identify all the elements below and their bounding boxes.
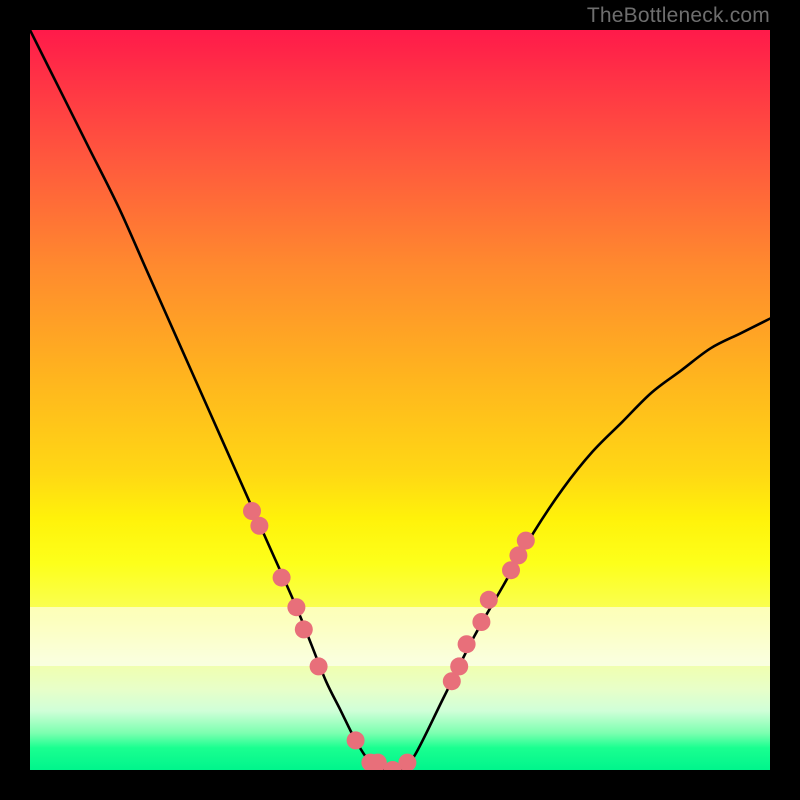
watermark-text: TheBottleneck.com: [587, 4, 770, 28]
bottleneck-curve: [30, 30, 770, 770]
chart-svg: [30, 30, 770, 770]
curve-markers: [243, 502, 535, 770]
data-point: [458, 635, 476, 653]
data-point: [450, 657, 468, 675]
data-point: [273, 569, 291, 587]
data-point: [472, 613, 490, 631]
data-point: [250, 517, 268, 535]
data-point: [310, 657, 328, 675]
data-point: [480, 591, 498, 609]
chart-frame: TheBottleneck.com: [0, 0, 800, 800]
data-point: [517, 532, 535, 550]
data-point: [347, 731, 365, 749]
plot-area: [30, 30, 770, 770]
data-point: [287, 598, 305, 616]
data-point: [295, 620, 313, 638]
